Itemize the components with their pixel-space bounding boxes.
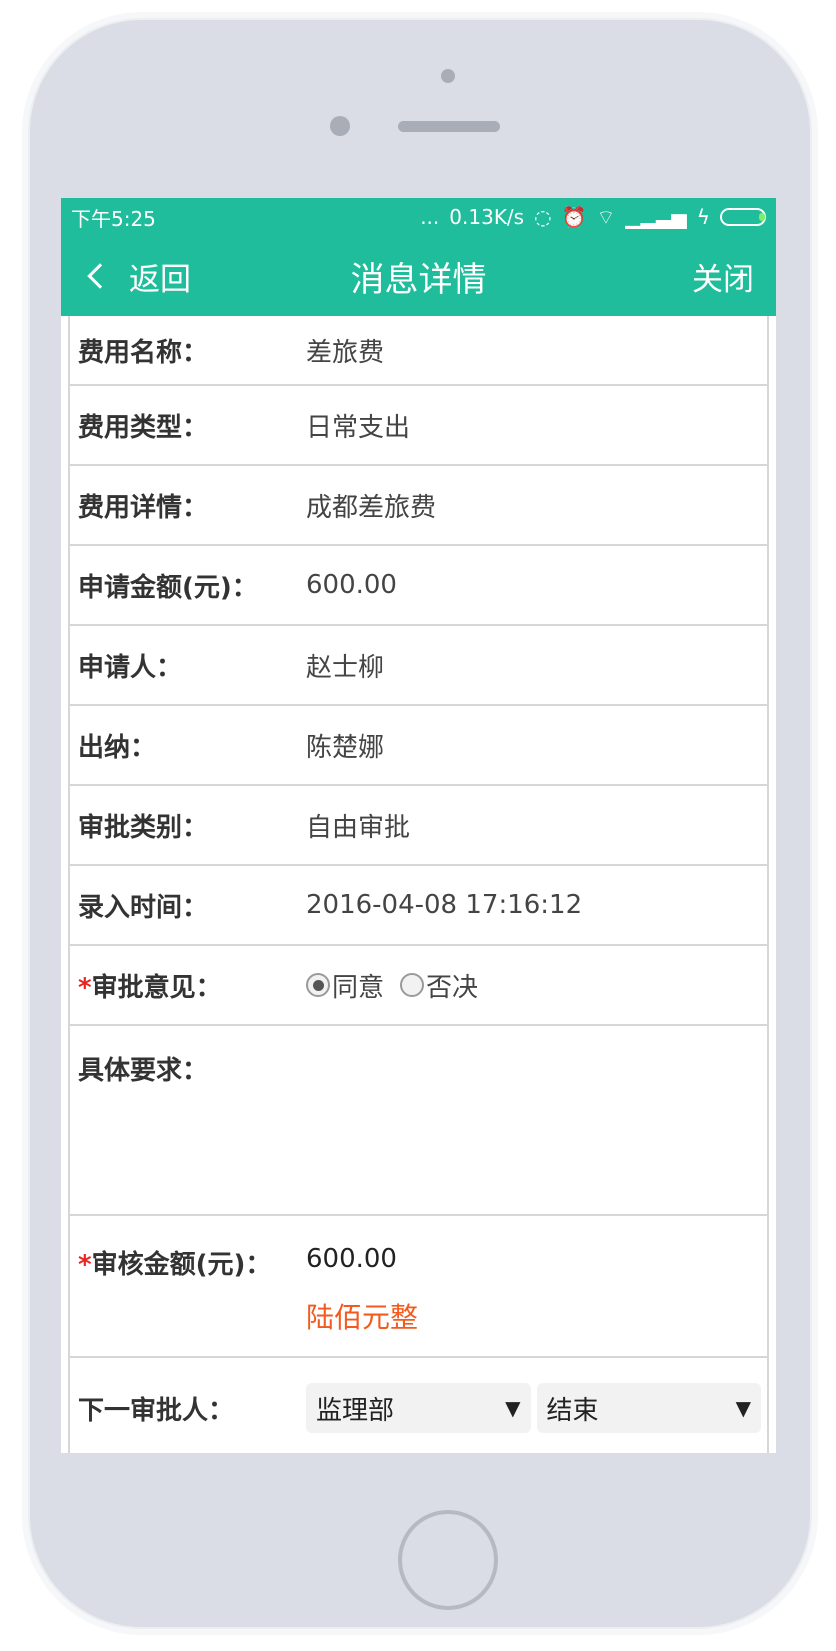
field-value: 600.00	[306, 570, 397, 600]
field-row-requirement: 具体要求：	[70, 1026, 767, 1216]
field-label: 下一审批人：	[78, 1395, 235, 1426]
radio-agree[interactable]	[306, 973, 330, 997]
approver-value: 结束	[546, 1395, 599, 1426]
field-value: 自由审批	[306, 812, 411, 843]
next-approver-selects: 监理部 ▼ 结束 ▼	[306, 1383, 767, 1433]
field-row-fee-name: 费用名称： 差旅费	[70, 316, 767, 386]
field-label: 申请人：	[78, 652, 183, 683]
field-value: 日常支出	[306, 412, 411, 443]
field-value: 差旅费	[306, 337, 385, 368]
department-value: 监理部	[316, 1395, 395, 1426]
field-row-approved-amount: *审核金额(元)： 600.00 陆佰元整	[70, 1216, 767, 1358]
required-mark: *	[78, 1250, 92, 1280]
field-label: 申请金额(元)：	[78, 572, 258, 603]
field-value: 陈楚娜	[306, 732, 385, 763]
approved-amount-input[interactable]: 600.00	[306, 1244, 767, 1274]
field-value: 成都差旅费	[306, 492, 437, 523]
home-button[interactable]	[398, 1510, 498, 1610]
approved-amount-label: 审核金额(元)：	[91, 1250, 272, 1280]
field-value: 2016-04-08 17:16:12	[306, 890, 583, 920]
approved-amount-uppercase: 陆佰元整	[306, 1301, 419, 1334]
wifi-icon: ⌔	[596, 205, 616, 229]
field-label: 出纳：	[78, 732, 157, 763]
field-label: *审核金额(元)：	[70, 1244, 306, 1281]
dropdown-arrow-icon: ▼	[735, 1396, 751, 1420]
field-row-fee-detail: 费用详情： 成都差旅费	[70, 466, 767, 546]
radio-reject[interactable]	[400, 973, 425, 997]
field-row-fee-type: 费用类型： 日常支出	[70, 386, 767, 466]
department-select[interactable]: 监理部 ▼	[306, 1383, 531, 1433]
field-row-request-amount: 申请金额(元)： 600.00	[70, 546, 767, 626]
field-label: 费用名称：	[78, 337, 209, 368]
status-bar: 下午5:25 ... 0.13K/s ◌ ⏰ ⌔ ▁▂▃▅ ϟ	[61, 198, 776, 236]
field-value: 赵士柳	[306, 652, 385, 683]
field-row-entry-time: 录入时间： 2016-04-08 17:16:12	[70, 866, 767, 946]
field-label: 费用详情：	[78, 492, 209, 523]
network-speed: 0.13K/s	[449, 205, 525, 229]
opinion-radio-group: 同意 否决	[306, 967, 767, 1004]
status-icons: ... 0.13K/s ◌ ⏰ ⌔ ▁▂▃▅ ϟ	[420, 205, 766, 229]
radio-reject-label[interactable]: 否决	[426, 967, 478, 1004]
proximity-sensor	[441, 69, 455, 83]
field-label: 录入时间：	[78, 892, 209, 923]
page-title: 消息详情	[350, 259, 487, 300]
opinion-label: 审批意见：	[91, 972, 222, 1003]
field-row-applicant: 申请人： 赵士柳	[70, 626, 767, 706]
front-camera	[330, 116, 350, 136]
field-row-next-approver: 下一审批人： 监理部 ▼ 结束 ▼	[70, 1358, 767, 1453]
field-label: 审批类别：	[78, 812, 209, 843]
approver-select[interactable]: 结束 ▼	[536, 1383, 761, 1433]
field-label: 费用类型：	[78, 412, 209, 443]
app-screen: 下午5:25 ... 0.13K/s ◌ ⏰ ⌔ ▁▂▃▅ ϟ 返回 消息详情 …	[61, 198, 776, 1453]
charging-icon: ϟ	[696, 205, 710, 229]
close-button[interactable]: 关闭	[692, 254, 754, 299]
field-row-opinion: *审批意见： 同意 否决	[70, 946, 767, 1026]
battery-icon	[720, 208, 766, 226]
field-row-cashier: 出纳： 陈楚娜	[70, 706, 767, 786]
signal-icon: ▁▂▃▅	[625, 205, 687, 229]
detail-form: 费用名称： 差旅费 费用类型： 日常支出 费用详情： 成都差旅费 申请金额(元)…	[68, 316, 769, 1453]
field-row-approval-type: 审批类别： 自由审批	[70, 786, 767, 866]
field-label: 具体要求：	[78, 1056, 209, 1086]
sync-icon: ◌	[534, 205, 552, 229]
field-label: *审批意见：	[70, 967, 306, 1004]
more-dots-icon: ...	[420, 205, 440, 229]
radio-agree-label[interactable]: 同意	[332, 967, 384, 1004]
status-time: 下午5:25	[71, 206, 156, 231]
alarm-icon: ⏰	[561, 205, 587, 229]
approved-amount-block: 600.00 陆佰元整	[306, 1244, 767, 1336]
earpiece-speaker	[398, 121, 500, 132]
required-mark: *	[78, 972, 92, 1003]
nav-bar: 返回 消息详情 关闭	[61, 236, 776, 316]
dropdown-arrow-icon: ▼	[505, 1396, 521, 1420]
